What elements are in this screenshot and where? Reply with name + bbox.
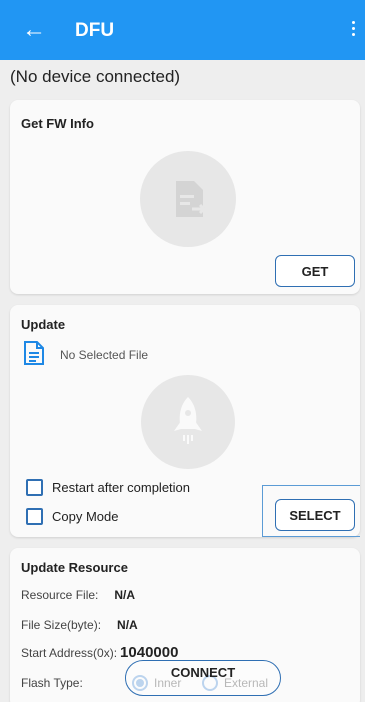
copy-mode-label: Copy Mode	[52, 509, 119, 524]
start-address-label: Start Address(0x):	[21, 646, 118, 660]
rocket-icon	[141, 375, 235, 469]
fw-info-title: Get FW Info	[21, 116, 94, 131]
document-icon	[23, 340, 45, 371]
restart-checkbox[interactable]: Restart after completion	[26, 479, 190, 496]
connect-button[interactable]: CONNECT	[125, 660, 281, 696]
select-button[interactable]: SELECT	[275, 499, 355, 531]
file-size-label: File Size(byte):	[21, 618, 102, 632]
connection-status: (No device connected)	[10, 67, 181, 86]
copy-mode-checkbox[interactable]: Copy Mode	[26, 508, 118, 525]
file-size-row: File Size(byte): N/A	[21, 618, 138, 632]
restart-checkbox-box[interactable]	[26, 479, 43, 496]
file-arrow-icon	[140, 151, 236, 247]
resource-title: Update Resource	[21, 560, 128, 575]
app-bar: ← DFU	[0, 0, 365, 60]
connect-label: CONNECT	[170, 665, 236, 680]
resource-file-label: Resource File:	[21, 588, 99, 602]
update-title: Update	[21, 317, 66, 332]
file-size-value: N/A	[117, 618, 138, 632]
start-address-row: Start Address(0x): 1040000	[21, 644, 178, 661]
arrow-left-icon[interactable]: ←	[22, 16, 46, 44]
flash-type-row: Flash Type:	[21, 676, 83, 690]
start-address-value: 1040000	[120, 644, 179, 661]
resource-file-value: N/A	[114, 588, 136, 602]
copy-mode-checkbox-box[interactable]	[26, 508, 43, 525]
update-card: Update No Selected File Restart after co…	[10, 305, 360, 537]
flash-type-label: Flash Type:	[21, 676, 83, 690]
selected-file-text: No Selected File	[60, 348, 149, 362]
more-vert-icon[interactable]	[349, 18, 357, 42]
fw-info-card: Get FW Info GET	[10, 100, 360, 294]
restart-label: Restart after completion	[52, 480, 191, 495]
page-title: DFU	[75, 20, 115, 41]
resource-file-row: Resource File: N/A	[21, 588, 135, 602]
get-button[interactable]: GET	[275, 255, 355, 287]
